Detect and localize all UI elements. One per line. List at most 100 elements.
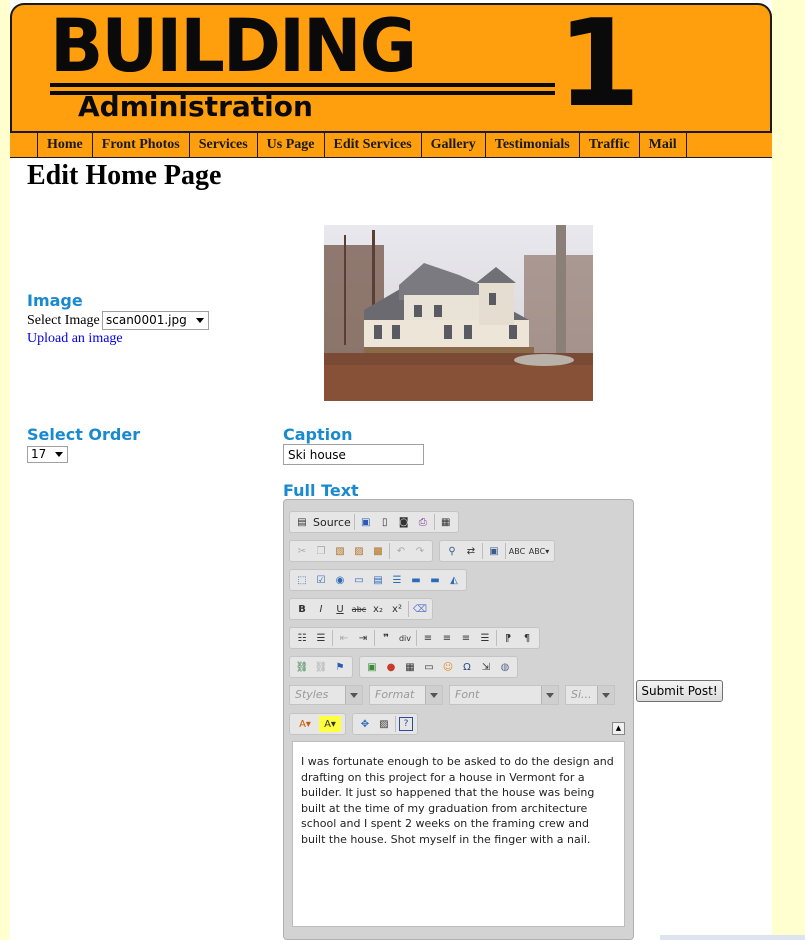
chevron-down-icon bbox=[541, 686, 558, 704]
remove-format-icon[interactable]: ⌫ bbox=[412, 601, 428, 617]
nav-gallery[interactable]: Gallery bbox=[420, 133, 485, 157]
iframe-icon[interactable]: ◍ bbox=[497, 659, 513, 675]
nav-services[interactable]: Services bbox=[188, 133, 257, 157]
image-heading: Image bbox=[27, 291, 83, 310]
bulleted-list-icon[interactable]: ☰ bbox=[313, 630, 329, 646]
align-left-icon[interactable]: ≡ bbox=[420, 630, 436, 646]
font-dropdown[interactable]: Font bbox=[449, 685, 559, 705]
indent-icon[interactable]: ⇥ bbox=[355, 630, 371, 646]
toolbar-group-paragraph: ☷ ☰ ⇤ ⇥ ❞ div ≡ ≡ ≡ ☰ ⁋ ¶ bbox=[289, 627, 540, 649]
format-dropdown[interactable]: Format bbox=[369, 685, 443, 705]
table-icon[interactable]: ▦ bbox=[402, 659, 418, 675]
page-break-icon[interactable]: ⇲ bbox=[478, 659, 494, 675]
flash-icon[interactable]: ● bbox=[383, 659, 399, 675]
scayt-icon[interactable]: ABC▾ bbox=[528, 543, 550, 559]
toolbar-separator bbox=[332, 630, 333, 646]
spellcheck-icon[interactable]: ABC bbox=[509, 543, 525, 559]
print-icon[interactable]: ⎙ bbox=[415, 514, 431, 530]
strikethrough-icon[interactable]: abc bbox=[351, 601, 367, 617]
undo-icon[interactable]: ↶ bbox=[393, 543, 409, 559]
textfield-icon[interactable]: ▭ bbox=[351, 572, 367, 588]
maximize-icon[interactable]: ✥ bbox=[357, 716, 373, 732]
left-margin bbox=[0, 0, 10, 940]
textarea-icon[interactable]: ▤ bbox=[370, 572, 386, 588]
copy-icon[interactable]: ❐ bbox=[313, 543, 329, 559]
styles-dropdown[interactable]: Styles bbox=[289, 685, 363, 705]
full-text-heading: Full Text bbox=[283, 481, 359, 500]
preview-icon[interactable]: ◙ bbox=[396, 514, 412, 530]
select-all-icon[interactable]: ▣ bbox=[486, 543, 502, 559]
special-char-icon[interactable]: Ω bbox=[459, 659, 475, 675]
rtl-icon[interactable]: ¶ bbox=[519, 630, 535, 646]
templates-icon[interactable]: ▦ bbox=[438, 514, 454, 530]
align-center-icon[interactable]: ≡ bbox=[439, 630, 455, 646]
bold-icon[interactable]: B bbox=[294, 601, 310, 617]
outdent-icon[interactable]: ⇤ bbox=[336, 630, 352, 646]
size-dropdown[interactable]: Si... bbox=[565, 685, 615, 705]
find-icon[interactable]: ⚲ bbox=[444, 543, 460, 559]
source-button[interactable]: Source bbox=[313, 516, 351, 529]
toolbar-separator bbox=[505, 543, 506, 559]
justify-icon[interactable]: ☰ bbox=[477, 630, 493, 646]
hidden-field-icon[interactable]: ◭ bbox=[446, 572, 462, 588]
toolbar-row-7: Styles Format Font Si... bbox=[289, 685, 615, 705]
align-right-icon[interactable]: ≡ bbox=[458, 630, 474, 646]
collapse-toolbar-button[interactable]: ▲ bbox=[612, 722, 625, 735]
save-icon[interactable]: ▣ bbox=[358, 514, 374, 530]
upload-image-link[interactable]: Upload an image bbox=[27, 331, 123, 347]
new-page-icon[interactable]: ▯ bbox=[377, 514, 393, 530]
about-icon[interactable]: ? bbox=[399, 717, 413, 731]
nav-us-page[interactable]: Us Page bbox=[256, 133, 324, 157]
toolbar-separator bbox=[395, 716, 396, 732]
italic-icon[interactable]: I bbox=[313, 601, 329, 617]
horizontal-scrollbar[interactable] bbox=[660, 935, 805, 940]
submit-post-button[interactable]: Submit Post! bbox=[636, 680, 723, 702]
subscript-icon[interactable]: x₂ bbox=[370, 601, 386, 617]
replace-icon[interactable]: ⇄ bbox=[463, 543, 479, 559]
underline-icon[interactable]: U bbox=[332, 601, 348, 617]
nav-edit-services[interactable]: Edit Services bbox=[323, 133, 421, 157]
toolbar-group-clipboard: ✂ ❐ ▧ ▨ ▩ ↶ ↷ bbox=[289, 540, 433, 562]
paste-text-icon[interactable]: ▨ bbox=[351, 543, 367, 559]
smiley-icon[interactable]: ☺ bbox=[440, 659, 456, 675]
radio-icon[interactable]: ◉ bbox=[332, 572, 348, 588]
redo-icon[interactable]: ↷ bbox=[412, 543, 428, 559]
nav-testimonials[interactable]: Testimonials bbox=[484, 133, 579, 157]
toolbar-separator bbox=[389, 543, 390, 559]
paste-icon[interactable]: ▧ bbox=[332, 543, 348, 559]
unlink-icon[interactable]: ⛓ bbox=[313, 659, 329, 675]
checkbox-icon[interactable]: ☑ bbox=[313, 572, 329, 588]
toolbar-row-8: A▾ A▾ ✥ ▨ ? bbox=[289, 713, 418, 735]
page: BUILDING 1 Administration Home Front Pho… bbox=[10, 0, 772, 940]
image-button-icon[interactable]: ▬ bbox=[427, 572, 443, 588]
image-select[interactable]: scan0001.jpg bbox=[102, 311, 209, 330]
cut-icon[interactable]: ✂ bbox=[294, 543, 310, 559]
horizontal-rule-icon[interactable]: ▭ bbox=[421, 659, 437, 675]
paste-word-icon[interactable]: ▩ bbox=[370, 543, 386, 559]
form-icon[interactable]: ⬚ bbox=[294, 572, 310, 588]
nav-home[interactable]: Home bbox=[37, 133, 92, 157]
ltr-icon[interactable]: ⁋ bbox=[500, 630, 516, 646]
logo-text: BUILDING bbox=[50, 3, 417, 90]
nav-traffic[interactable]: Traffic bbox=[578, 133, 639, 157]
nav-front-photos[interactable]: Front Photos bbox=[91, 133, 189, 157]
superscript-icon[interactable]: x² bbox=[389, 601, 405, 617]
caption-input[interactable] bbox=[283, 444, 424, 465]
button-field-icon[interactable]: ▬ bbox=[408, 572, 424, 588]
div-container-icon[interactable]: div bbox=[397, 630, 413, 646]
order-select[interactable]: 17 bbox=[27, 446, 68, 463]
background-color-icon[interactable]: A▾ bbox=[319, 716, 341, 732]
select-field-icon[interactable]: ☰ bbox=[389, 572, 405, 588]
text-color-icon[interactable]: A▾ bbox=[294, 716, 316, 732]
house-photo-image bbox=[324, 225, 593, 401]
source-icon[interactable]: ▤ bbox=[294, 514, 310, 530]
blockquote-icon[interactable]: ❞ bbox=[378, 630, 394, 646]
toolbar-group-forms: ⬚ ☑ ◉ ▭ ▤ ☰ ▬ ▬ ◭ bbox=[289, 569, 467, 591]
numbered-list-icon[interactable]: ☷ bbox=[294, 630, 310, 646]
link-icon[interactable]: ⛓ bbox=[294, 659, 310, 675]
show-blocks-icon[interactable]: ▨ bbox=[376, 716, 392, 732]
anchor-flag-icon[interactable]: ⚑ bbox=[332, 659, 348, 675]
image-icon[interactable]: ▣ bbox=[364, 659, 380, 675]
nav-mail[interactable]: Mail bbox=[638, 133, 687, 157]
editor-content-area[interactable]: I was fortunate enough to be asked to do… bbox=[292, 741, 625, 927]
